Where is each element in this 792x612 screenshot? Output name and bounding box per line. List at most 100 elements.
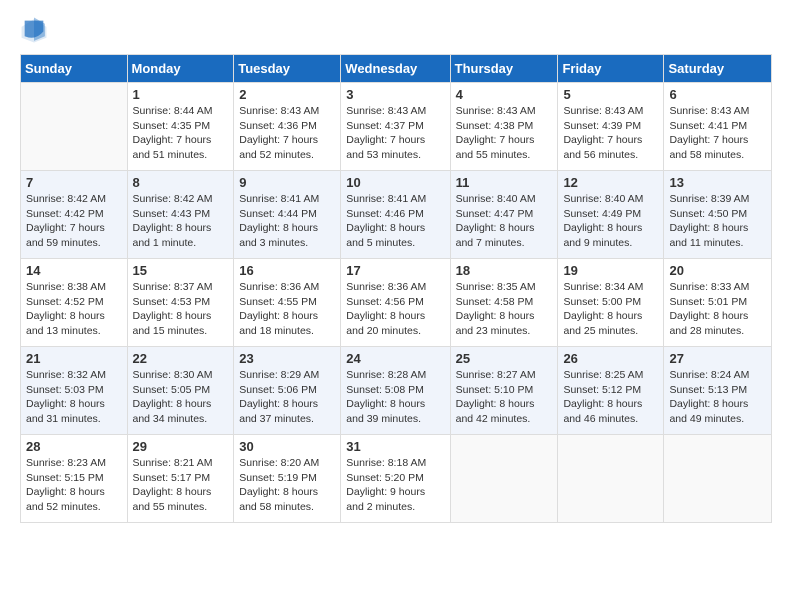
calendar-cell: 26 Sunrise: 8:25 AM Sunset: 5:12 PM Dayl… — [558, 347, 664, 435]
day-info: Sunrise: 8:43 AM Sunset: 4:37 PM Dayligh… — [346, 104, 444, 163]
calendar-cell: 16 Sunrise: 8:36 AM Sunset: 4:55 PM Dayl… — [234, 259, 341, 347]
sunset-time: Sunset: 4:50 PM — [669, 208, 747, 220]
weekday-header-friday: Friday — [558, 55, 664, 83]
sunrise-time: Sunrise: 8:39 AM — [669, 193, 749, 205]
day-number: 10 — [346, 175, 444, 190]
day-number: 30 — [239, 439, 335, 454]
daylight-hours: Daylight: 7 hours and 51 minutes. — [133, 134, 212, 161]
calendar-cell: 19 Sunrise: 8:34 AM Sunset: 5:00 PM Dayl… — [558, 259, 664, 347]
calendar-cell: 4 Sunrise: 8:43 AM Sunset: 4:38 PM Dayli… — [450, 83, 558, 171]
sunrise-time: Sunrise: 8:18 AM — [346, 457, 426, 469]
calendar-cell: 27 Sunrise: 8:24 AM Sunset: 5:13 PM Dayl… — [664, 347, 772, 435]
sunset-time: Sunset: 5:12 PM — [563, 384, 641, 396]
day-info: Sunrise: 8:24 AM Sunset: 5:13 PM Dayligh… — [669, 368, 766, 427]
day-number: 20 — [669, 263, 766, 278]
calendar-cell: 10 Sunrise: 8:41 AM Sunset: 4:46 PM Dayl… — [341, 171, 450, 259]
day-info: Sunrise: 8:35 AM Sunset: 4:58 PM Dayligh… — [456, 280, 553, 339]
daylight-hours: Daylight: 8 hours and 25 minutes. — [563, 310, 642, 337]
day-number: 29 — [133, 439, 229, 454]
sunrise-time: Sunrise: 8:33 AM — [669, 281, 749, 293]
calendar-cell: 3 Sunrise: 8:43 AM Sunset: 4:37 PM Dayli… — [341, 83, 450, 171]
calendar-cell: 28 Sunrise: 8:23 AM Sunset: 5:15 PM Dayl… — [21, 435, 128, 523]
calendar-cell: 25 Sunrise: 8:27 AM Sunset: 5:10 PM Dayl… — [450, 347, 558, 435]
daylight-hours: Daylight: 7 hours and 53 minutes. — [346, 134, 425, 161]
day-number: 15 — [133, 263, 229, 278]
sunset-time: Sunset: 4:52 PM — [26, 296, 104, 308]
daylight-hours: Daylight: 7 hours and 58 minutes. — [669, 134, 748, 161]
sunrise-time: Sunrise: 8:35 AM — [456, 281, 536, 293]
sunset-time: Sunset: 4:39 PM — [563, 120, 641, 132]
calendar-cell: 29 Sunrise: 8:21 AM Sunset: 5:17 PM Dayl… — [127, 435, 234, 523]
sunrise-time: Sunrise: 8:36 AM — [239, 281, 319, 293]
sunrise-time: Sunrise: 8:36 AM — [346, 281, 426, 293]
daylight-hours: Daylight: 8 hours and 37 minutes. — [239, 398, 318, 425]
day-info: Sunrise: 8:40 AM Sunset: 4:47 PM Dayligh… — [456, 192, 553, 251]
day-number: 11 — [456, 175, 553, 190]
sunset-time: Sunset: 4:46 PM — [346, 208, 424, 220]
calendar-cell: 11 Sunrise: 8:40 AM Sunset: 4:47 PM Dayl… — [450, 171, 558, 259]
daylight-hours: Daylight: 8 hours and 1 minute. — [133, 222, 212, 249]
calendar-cell: 12 Sunrise: 8:40 AM Sunset: 4:49 PM Dayl… — [558, 171, 664, 259]
day-info: Sunrise: 8:42 AM Sunset: 4:42 PM Dayligh… — [26, 192, 122, 251]
day-info: Sunrise: 8:32 AM Sunset: 5:03 PM Dayligh… — [26, 368, 122, 427]
sunset-time: Sunset: 5:10 PM — [456, 384, 534, 396]
daylight-hours: Daylight: 8 hours and 13 minutes. — [26, 310, 105, 337]
day-number: 1 — [133, 87, 229, 102]
sunrise-time: Sunrise: 8:30 AM — [133, 369, 213, 381]
day-info: Sunrise: 8:36 AM Sunset: 4:56 PM Dayligh… — [346, 280, 444, 339]
sunset-time: Sunset: 5:13 PM — [669, 384, 747, 396]
day-number: 3 — [346, 87, 444, 102]
day-number: 16 — [239, 263, 335, 278]
week-row-4: 21 Sunrise: 8:32 AM Sunset: 5:03 PM Dayl… — [21, 347, 772, 435]
day-info: Sunrise: 8:25 AM Sunset: 5:12 PM Dayligh… — [563, 368, 658, 427]
weekday-header-row: SundayMondayTuesdayWednesdayThursdayFrid… — [21, 55, 772, 83]
sunrise-time: Sunrise: 8:27 AM — [456, 369, 536, 381]
weekday-header-sunday: Sunday — [21, 55, 128, 83]
sunrise-time: Sunrise: 8:28 AM — [346, 369, 426, 381]
sunset-time: Sunset: 5:05 PM — [133, 384, 211, 396]
daylight-hours: Daylight: 8 hours and 7 minutes. — [456, 222, 535, 249]
day-info: Sunrise: 8:41 AM Sunset: 4:44 PM Dayligh… — [239, 192, 335, 251]
sunset-time: Sunset: 5:17 PM — [133, 472, 211, 484]
sunset-time: Sunset: 5:20 PM — [346, 472, 424, 484]
calendar-cell: 8 Sunrise: 8:42 AM Sunset: 4:43 PM Dayli… — [127, 171, 234, 259]
day-number: 31 — [346, 439, 444, 454]
daylight-hours: Daylight: 8 hours and 20 minutes. — [346, 310, 425, 337]
day-info: Sunrise: 8:27 AM Sunset: 5:10 PM Dayligh… — [456, 368, 553, 427]
day-number: 13 — [669, 175, 766, 190]
day-number: 22 — [133, 351, 229, 366]
day-number: 12 — [563, 175, 658, 190]
sunrise-time: Sunrise: 8:40 AM — [456, 193, 536, 205]
calendar-cell — [21, 83, 128, 171]
sunset-time: Sunset: 4:53 PM — [133, 296, 211, 308]
daylight-hours: Daylight: 8 hours and 34 minutes. — [133, 398, 212, 425]
day-info: Sunrise: 8:43 AM Sunset: 4:41 PM Dayligh… — [669, 104, 766, 163]
calendar-cell — [558, 435, 664, 523]
logo — [20, 16, 52, 44]
sunset-time: Sunset: 4:37 PM — [346, 120, 424, 132]
day-info: Sunrise: 8:34 AM Sunset: 5:00 PM Dayligh… — [563, 280, 658, 339]
day-info: Sunrise: 8:43 AM Sunset: 4:39 PM Dayligh… — [563, 104, 658, 163]
sunrise-time: Sunrise: 8:37 AM — [133, 281, 213, 293]
calendar-cell: 22 Sunrise: 8:30 AM Sunset: 5:05 PM Dayl… — [127, 347, 234, 435]
daylight-hours: Daylight: 8 hours and 49 minutes. — [669, 398, 748, 425]
daylight-hours: Daylight: 7 hours and 59 minutes. — [26, 222, 105, 249]
calendar-cell: 13 Sunrise: 8:39 AM Sunset: 4:50 PM Dayl… — [664, 171, 772, 259]
sunset-time: Sunset: 5:00 PM — [563, 296, 641, 308]
day-info: Sunrise: 8:30 AM Sunset: 5:05 PM Dayligh… — [133, 368, 229, 427]
day-info: Sunrise: 8:20 AM Sunset: 5:19 PM Dayligh… — [239, 456, 335, 515]
daylight-hours: Daylight: 8 hours and 28 minutes. — [669, 310, 748, 337]
sunset-time: Sunset: 4:44 PM — [239, 208, 317, 220]
daylight-hours: Daylight: 8 hours and 3 minutes. — [239, 222, 318, 249]
calendar-cell: 1 Sunrise: 8:44 AM Sunset: 4:35 PM Dayli… — [127, 83, 234, 171]
calendar-cell: 14 Sunrise: 8:38 AM Sunset: 4:52 PM Dayl… — [21, 259, 128, 347]
day-number: 18 — [456, 263, 553, 278]
daylight-hours: Daylight: 7 hours and 55 minutes. — [456, 134, 535, 161]
day-number: 2 — [239, 87, 335, 102]
day-number: 27 — [669, 351, 766, 366]
daylight-hours: Daylight: 8 hours and 18 minutes. — [239, 310, 318, 337]
header — [20, 16, 772, 44]
daylight-hours: Daylight: 8 hours and 58 minutes. — [239, 486, 318, 513]
day-info: Sunrise: 8:29 AM Sunset: 5:06 PM Dayligh… — [239, 368, 335, 427]
sunset-time: Sunset: 4:47 PM — [456, 208, 534, 220]
